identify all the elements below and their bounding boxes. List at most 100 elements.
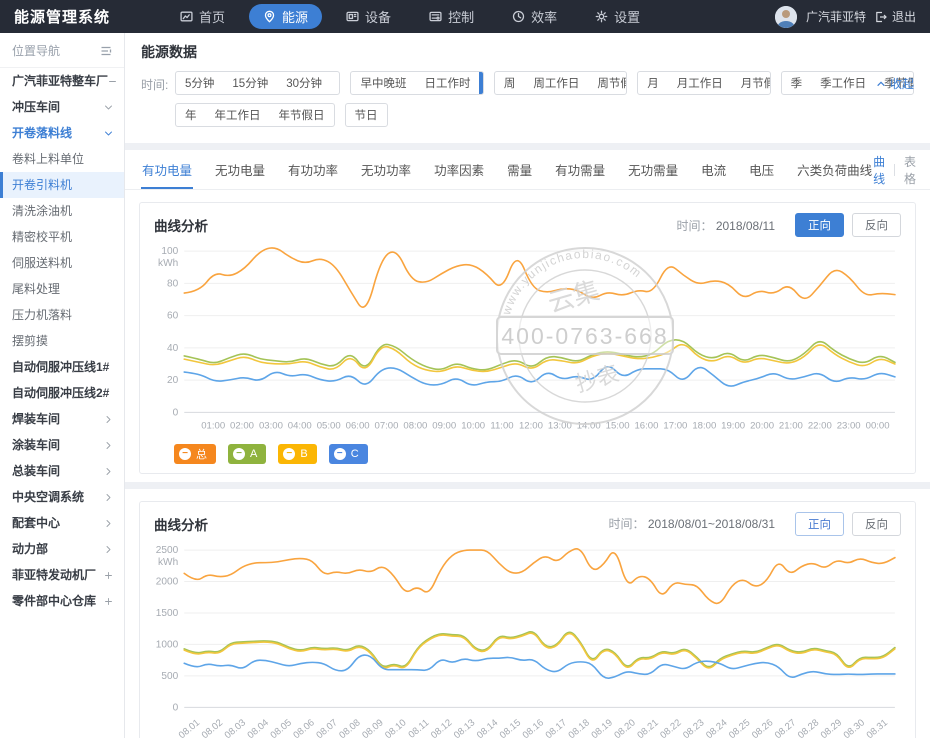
sidebar-item-label: 自动伺服冲压线1# [12,360,109,374]
chart-time-range: 时间： 2018/08/01~2018/08/31 [609,515,775,532]
forward-button[interactable]: 正向 [795,213,844,237]
sidebar-item[interactable]: 冲压车间 [0,94,124,120]
filter-option[interactable]: 月节假日 [732,72,771,94]
minus-icon [108,77,117,86]
chevron-up-icon [876,79,886,89]
tree-collapse-icon[interactable] [100,45,112,57]
svg-text:08.25: 08.25 [727,717,752,738]
sidebar-item[interactable]: 动力部 [0,536,124,562]
filter-option[interactable]: 5分钟 [176,72,223,94]
device-icon [346,10,359,23]
chevron-right [104,493,113,502]
sidebar-item[interactable]: 中央空调系统 [0,484,124,510]
forward-button[interactable]: 正向 [795,512,844,536]
nav-item-device[interactable]: 设备 [332,4,405,29]
svg-text:08.01: 08.01 [177,717,202,738]
sidebar-item-label: 涂装车间 [12,438,60,452]
filter-option[interactable]: 周 [495,72,525,94]
nav-item-energy[interactable]: 能源 [249,4,322,29]
filter-option[interactable]: 月工作日 [668,72,732,94]
sidebar-item[interactable]: 伺服送料机 [0,250,124,276]
legend-pill[interactable]: −B [278,444,316,464]
sidebar-item[interactable]: 自动伺服冲压线2# [0,380,124,406]
svg-text:08.29: 08.29 [819,717,844,738]
svg-text:80: 80 [167,278,179,289]
efficiency-icon [512,10,525,23]
filter-option[interactable]: 季 [782,72,812,94]
metric-tab[interactable]: 需量 [506,150,533,189]
sidebar-item[interactable]: 配套中心 [0,510,124,536]
filter-option[interactable]: 周工作日 [524,72,588,94]
metric-tab[interactable]: 功率因素 [433,150,485,189]
metric-tabs: 有功电量无功电量有功功率无功功率功率因素需量有功需量无功需量电流电压六类负荷曲线 [141,150,873,189]
metric-tab[interactable]: 电压 [748,150,775,189]
filter-option[interactable]: 15分钟 [223,72,277,94]
metric-tab[interactable]: 无功功率 [360,150,412,189]
sidebar-item[interactable]: 自动伺服冲压线1# [0,354,124,380]
nav-item-label: 控制 [448,7,474,26]
sidebar-item[interactable]: 开卷落料线 [0,120,124,146]
filter-option[interactable]: 月 [638,72,668,94]
svg-text:08.10: 08.10 [383,717,408,738]
sidebar-item[interactable]: 精密校平机 [0,224,124,250]
sidebar-item[interactable]: 涂装车间 [0,432,124,458]
sidebar-item[interactable]: 菲亚特发动机厂 [0,562,124,588]
sidebar-item[interactable]: 零件部中心仓库 [0,588,124,614]
metric-tab[interactable]: 无功需量 [627,150,679,189]
legend-pill[interactable]: −总 [174,444,216,464]
filter-option[interactable]: 年节假日 [270,104,334,126]
chevron-right-icon [104,545,113,554]
metric-tab[interactable]: 六类负荷曲线 [796,150,873,189]
metric-tab[interactable]: 电流 [700,150,727,189]
legend-label: A [250,448,257,460]
reverse-button[interactable]: 反向 [852,512,901,536]
view-mode-curve[interactable]: 曲线 [873,153,885,187]
svg-text:08.09: 08.09 [360,717,385,738]
sidebar-item[interactable]: 清洗涂油机 [0,198,124,224]
sidebar-item[interactable]: 摆剪摸 [0,328,124,354]
legend-toggle-icon: − [179,448,191,460]
svg-text:15:00: 15:00 [606,420,630,431]
svg-text:01:00: 01:00 [201,420,225,431]
sidebar-item[interactable]: 卷料上料单位 [0,146,124,172]
sidebar-title: 位置导航 [12,42,60,59]
sidebar-item[interactable]: 开卷引料机 [0,172,124,198]
svg-text:1500: 1500 [156,608,179,619]
user-avatar[interactable] [775,6,797,28]
filter-option[interactable]: 日工作时 [415,72,479,94]
metric-tab[interactable]: 有功功率 [287,150,339,189]
filter-option[interactable]: 年工作日 [206,104,270,126]
energy-data-panel: 能源数据 时间: 收起 5分钟15分钟30分钟小时早中晚班日工作时日周周工作日周… [125,33,930,143]
legend-pill[interactable]: −C [329,444,368,464]
sidebar-item[interactable]: 总装车间 [0,458,124,484]
sidebar-item[interactable]: 尾料处理 [0,276,124,302]
filter-option[interactable]: 年 [176,104,206,126]
filter-option[interactable]: 季工作日 [811,72,875,94]
reverse-button[interactable]: 反向 [852,213,901,237]
nav-item-efficiency[interactable]: 效率 [498,4,571,29]
metric-tab[interactable]: 有功需量 [554,150,606,189]
logout-button[interactable]: 退出 [875,8,916,25]
svg-text:kWh: kWh [158,557,178,568]
sidebar-item[interactable]: 压力机落料 [0,302,124,328]
legend-pill[interactable]: −A [228,444,266,464]
filter-option[interactable]: 周节假日 [588,72,627,94]
nav-item-settings[interactable]: 设置 [581,4,654,29]
metric-tab[interactable]: 有功电量 [141,150,193,189]
nav-item-home[interactable]: 首页 [166,4,239,29]
view-mode-table[interactable]: 表格 [904,153,916,187]
sidebar-item[interactable]: 焊装车间 [0,406,124,432]
filter-option[interactable]: 早中晚班 [351,72,415,94]
sidebar-item-label: 清洗涂油机 [12,204,72,218]
filter-option[interactable]: 小时 [331,72,340,94]
sidebar-item[interactable]: 广汽菲亚特整车厂 [0,68,124,94]
daily-line-chart: 020406080100kWh01:0002:0003:0004:0005:00… [154,241,901,439]
filter-option[interactable]: 节日 [346,104,387,126]
metric-tab[interactable]: 无功电量 [214,150,266,189]
collapse-filters-link[interactable]: 收起 [876,75,914,92]
filter-option[interactable]: 30分钟 [277,72,331,94]
chart-time-value: 2018/08/11 [716,219,775,233]
filter-option[interactable]: 日 [479,72,483,94]
nav-item-control[interactable]: 控制 [415,4,488,29]
logout-icon [875,11,887,23]
